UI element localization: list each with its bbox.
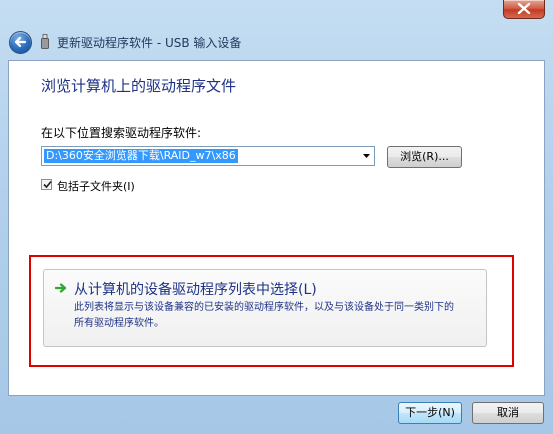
include-subfolders-checkbox[interactable]	[41, 179, 52, 190]
page-heading: 浏览计算机上的驱动程序文件	[41, 77, 237, 95]
search-location-label: 在以下位置搜索驱动程序软件:	[41, 126, 202, 140]
checkmark-icon	[43, 180, 52, 189]
cancel-button[interactable]: 取消	[472, 402, 544, 424]
browse-button[interactable]: 浏览(R)...	[387, 146, 462, 168]
usb-device-icon	[41, 34, 49, 49]
window-title: 更新驱动程序软件 - USB 输入设备	[57, 36, 242, 50]
window-titlebar: 更新驱动程序软件 - USB 输入设备	[0, 0, 553, 60]
chevron-down-icon[interactable]	[363, 154, 370, 158]
include-subfolders-label[interactable]: 包括子文件夹(I)	[57, 178, 135, 194]
close-icon	[517, 3, 531, 14]
back-button[interactable]	[9, 31, 32, 54]
red-highlight-annotation	[29, 255, 514, 367]
next-button[interactable]: 下一步(N)	[398, 402, 462, 424]
driver-path-value: D:\360安全浏览器下载\RAID_w7\x86	[44, 149, 238, 163]
driver-path-combobox[interactable]: D:\360安全浏览器下载\RAID_w7\x86	[41, 146, 375, 166]
back-arrow-icon	[14, 36, 27, 48]
close-button[interactable]	[503, 0, 545, 19]
